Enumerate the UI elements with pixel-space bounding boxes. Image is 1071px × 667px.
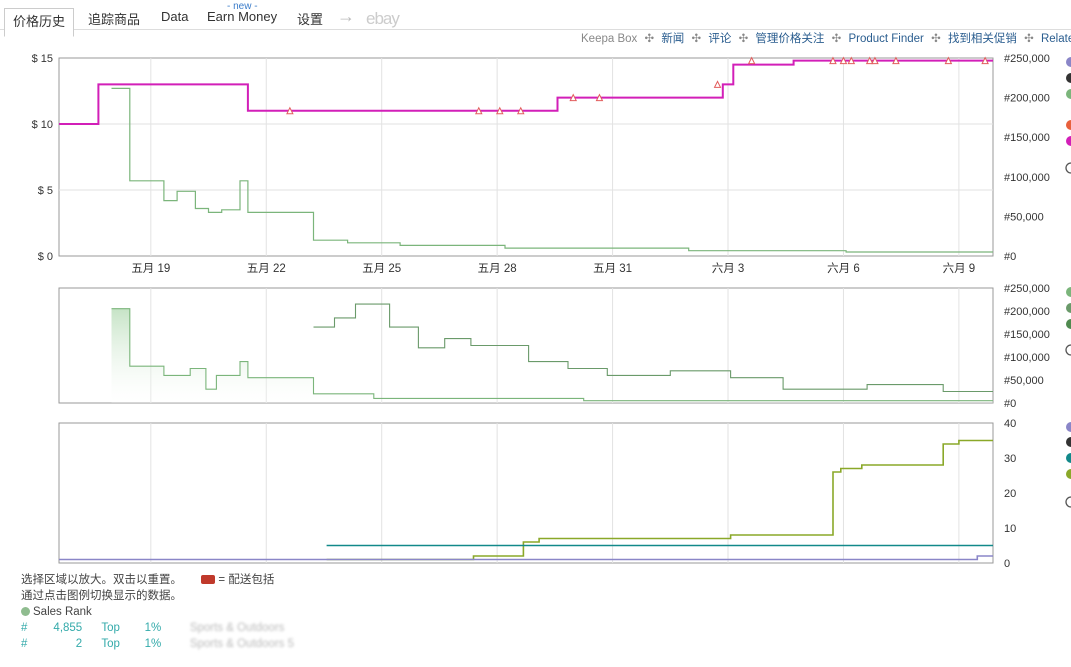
legend-dot-icon [1066, 120, 1071, 130]
x-tick-label: 五月 31 [593, 263, 632, 275]
x-tick-label: 五月 22 [247, 263, 286, 275]
legend-dot-icon [1066, 136, 1071, 146]
x-tick-label: 六月 6 [827, 262, 860, 275]
legend-dot-icon [1066, 319, 1071, 329]
y-tick-right: #100,000 [1004, 172, 1050, 184]
y-tick-left: $ 15 [32, 53, 53, 65]
chart-frame [58, 57, 994, 257]
y-tick-right: 0 [1004, 558, 1010, 570]
y-tick-right: 30 [1004, 453, 1016, 465]
price-charts[interactable]: $ 0 $ 5 $ 10 $ 15 五月 19 五月 22 五月 25 五月 28 五月 31 六… [0, 0, 1071, 575]
x-tick-label: 六月 3 [712, 262, 745, 275]
y-tick-right: #100,000 [1004, 352, 1050, 364]
rank-hash: # [21, 622, 28, 634]
y-tick-right: #200,000 [1004, 306, 1050, 318]
legend-column [1065, 57, 1071, 508]
y-tick-right: #50,000 [1004, 211, 1044, 223]
legend-toggle-icon [1065, 496, 1071, 508]
legend-dot-icon [1066, 422, 1071, 432]
y-tick-right: #150,000 [1004, 132, 1050, 144]
y-tick-right: #50,000 [1004, 375, 1044, 387]
truck-icon [201, 575, 216, 584]
y-tick-left: $ 10 [32, 119, 53, 131]
x-tick-label: 五月 19 [131, 263, 170, 275]
rank-row: # 4,855 Top 1% Sports & Outdoors [21, 622, 284, 634]
x-tick-label: 五月 28 [478, 263, 517, 275]
rank-value: 2 [75, 638, 83, 650]
legend-dot-icon [1066, 453, 1071, 463]
shipping-note: = 配送包括 [218, 574, 275, 586]
legend-toggle-icon [1065, 344, 1071, 356]
y-tick-right: #0 [1004, 251, 1016, 263]
rank-top: Top [101, 622, 120, 634]
sales-rank-dot-icon [21, 607, 30, 616]
y-tick-right: 20 [1004, 488, 1016, 500]
sales-rank-label: Sales Rank [33, 606, 92, 618]
legend-dot-icon [1066, 89, 1071, 99]
rank-category[interactable]: Sports & Outdoors [190, 622, 285, 634]
zoom-hint: 选择区域以放大。双击以重置。 = 配送包括 [21, 571, 274, 587]
legend-dot-icon [1066, 287, 1071, 297]
offer-count-chart: 0 10 20 30 40 [58, 418, 1016, 570]
y-tick-right: 10 [1004, 523, 1016, 535]
y-tick-right: #250,000 [1004, 283, 1050, 295]
legend-hint: 通过点击图例切换显示的数据。 [21, 590, 182, 602]
sales-rank-chart: #0 #50,000 #100,000 #150,000 #200,000 #250,00… [58, 283, 1050, 410]
y-tick-right: #0 [1004, 398, 1016, 410]
y-tick-right: 40 [1004, 418, 1016, 430]
sales-rank-legend[interactable]: Sales Rank [21, 606, 92, 618]
y-tick-left: $ 0 [38, 251, 53, 263]
price-chart: $ 0 $ 5 $ 10 $ 15 五月 19 五月 22 五月 25 五月 28 五月 31 六… [32, 53, 1050, 275]
y-tick-right: #200,000 [1004, 93, 1050, 105]
y-tick-right: #150,000 [1004, 329, 1050, 341]
x-tick-label: 五月 25 [362, 263, 401, 275]
zoom-hint-text: 选择区域以放大。双击以重置。 [21, 574, 182, 586]
legend-toggle-icon [1065, 162, 1071, 174]
y-tick-left: $ 5 [38, 185, 53, 197]
rank-row: # 2 Top 1% Sports & Outdoors 5 [21, 638, 294, 650]
legend-dot-icon [1066, 437, 1071, 447]
rank-value: 4,855 [53, 622, 83, 634]
rank-percent: 1% [144, 622, 162, 634]
rank-category[interactable]: Sports & Outdoors 5 [190, 638, 294, 650]
legend-dot-icon [1066, 469, 1071, 479]
rank-top: Top [101, 638, 120, 650]
legend-dot-icon [1066, 303, 1071, 313]
legend-dot-icon [1066, 57, 1071, 67]
legend-dot-icon [1066, 73, 1071, 83]
y-tick-right: #250,000 [1004, 53, 1050, 65]
rank-percent: 1% [144, 638, 162, 650]
rank-hash: # [21, 638, 28, 650]
x-tick-label: 六月 9 [943, 262, 976, 275]
